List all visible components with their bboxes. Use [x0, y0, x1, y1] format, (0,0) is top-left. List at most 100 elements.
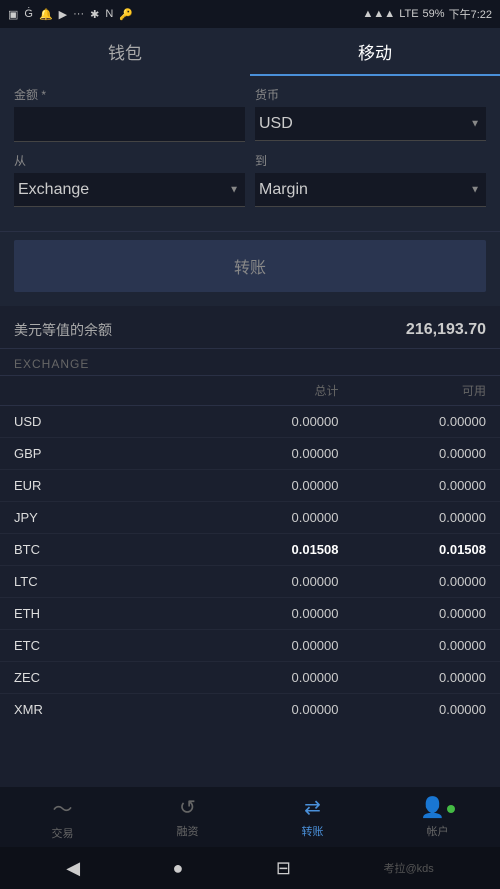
status-bar: ▣ Ġ 🔔 ▶ ··· ✱ N 🔑 ▲▲▲ LTE 59% 下午7:22 [0, 0, 500, 28]
nav-item-fund[interactable]: ↺ 融资 [125, 795, 250, 839]
account-online-dot [447, 805, 455, 813]
recents-button[interactable]: ⊟ [276, 858, 291, 879]
balance-section: 美元等值的余额 216,193.70 [0, 306, 500, 349]
balance-table[interactable]: 总计 可用 USD 0.00000 0.00000 GBP 0.00000 0.… [0, 376, 500, 716]
transfer-button-area: 转账 [0, 231, 500, 306]
row-currency: EUR [14, 478, 191, 493]
col-name-header [14, 382, 191, 399]
top-tab-bar: 钱包 移动 [0, 28, 500, 76]
icon-play: ▶ [59, 8, 67, 21]
table-row: USD 0.00000 0.00000 [0, 406, 500, 438]
icon-g: Ġ [24, 8, 33, 20]
transfer-button[interactable]: 转账 [14, 240, 486, 292]
time-display: 下午7:22 [449, 6, 492, 22]
table-row: EUR 0.00000 0.00000 [0, 470, 500, 502]
status-left-icons: ▣ Ġ 🔔 ▶ ··· ✱ N 🔑 [8, 8, 133, 21]
row-avail: 0.00000 [339, 510, 487, 525]
row-total: 0.00000 [191, 446, 339, 461]
back-button[interactable]: ◀ [66, 858, 80, 879]
balance-label: 美元等值的余额 [14, 320, 112, 340]
system-nav: ◀ ● ⊟ 考拉@kds [0, 847, 500, 889]
row-total: 0.00000 [191, 510, 339, 525]
lte-label: LTE [399, 8, 418, 20]
tab-wallet[interactable]: 钱包 [0, 28, 250, 76]
row-avail: 0.00000 [339, 414, 487, 429]
row-avail: 0.00000 [339, 702, 487, 716]
row-currency: JPY [14, 510, 191, 525]
row-avail: 0.00000 [339, 574, 487, 589]
col-total-header: 总计 [191, 382, 339, 399]
nav-item-trade[interactable]: 〜 交易 [0, 793, 125, 841]
home-button[interactable]: ● [173, 858, 184, 879]
account-icon: 👤 [420, 795, 455, 820]
row-avail: 0.00000 [339, 638, 487, 653]
from-group: 从 Exchange Margin [14, 152, 245, 207]
nav-item-transfer[interactable]: ⇄ 转账 [250, 795, 375, 839]
to-select-wrapper: Margin Exchange [255, 173, 486, 207]
trade-icon: 〜 [53, 793, 73, 822]
row-currency: ZEC [14, 670, 191, 685]
table-row: JPY 0.00000 0.00000 [0, 502, 500, 534]
row-currency: ETC [14, 638, 191, 653]
amount-group: 金额 * [14, 86, 245, 142]
form-area: 金额 * 货币 USD GBP EUR BTC 从 Exchange Margi… [0, 76, 500, 231]
row-currency: BTC [14, 542, 191, 557]
account-label: 帐户 [427, 823, 449, 839]
row-avail: 0.01508 [339, 542, 487, 557]
amount-label: 金额 * [14, 86, 245, 103]
form-row-2: 从 Exchange Margin 到 Margin Exchange [14, 152, 486, 207]
row-total: 0.00000 [191, 574, 339, 589]
fund-label: 融资 [177, 823, 199, 839]
table-row: ETC 0.00000 0.00000 [0, 630, 500, 662]
col-avail-header: 可用 [339, 382, 487, 399]
to-select[interactable]: Margin Exchange [255, 173, 486, 207]
nav-item-account[interactable]: 👤 帐户 [375, 795, 500, 839]
row-currency: GBP [14, 446, 191, 461]
table-row: ZEC 0.00000 0.00000 [0, 662, 500, 694]
icon-bell: 🔔 [39, 8, 53, 21]
row-total: 0.00000 [191, 606, 339, 621]
row-total: 0.01508 [191, 542, 339, 557]
row-currency: LTC [14, 574, 191, 589]
transfer-icon: ⇄ [304, 795, 321, 820]
currency-label: 货币 [255, 86, 486, 103]
currency-group: 货币 USD GBP EUR BTC [255, 86, 486, 142]
fund-icon: ↺ [179, 795, 196, 820]
row-currency: USD [14, 414, 191, 429]
table-header-row: 总计 可用 [0, 376, 500, 406]
trade-label: 交易 [52, 825, 74, 841]
icon-bluetooth: ✱ [90, 8, 99, 21]
icon-nfc: N [105, 8, 113, 20]
row-total: 0.00000 [191, 702, 339, 716]
to-label: 到 [255, 152, 486, 169]
table-row: ETH 0.00000 0.00000 [0, 598, 500, 630]
battery-icon: 59% [423, 8, 445, 20]
transfer-nav-label: 转账 [302, 823, 324, 839]
row-total: 0.00000 [191, 670, 339, 685]
row-avail: 0.00000 [339, 606, 487, 621]
row-currency: ETH [14, 606, 191, 621]
table-row: BTC 0.01508 0.01508 [0, 534, 500, 566]
exchange-section-label: EXCHANGE [0, 349, 500, 376]
row-total: 0.00000 [191, 414, 339, 429]
from-label: 从 [14, 152, 245, 169]
row-avail: 0.00000 [339, 478, 487, 493]
status-right-icons: ▲▲▲ LTE 59% 下午7:22 [363, 6, 492, 22]
table-row: GBP 0.00000 0.00000 [0, 438, 500, 470]
icon-dots: ··· [73, 8, 84, 20]
amount-input[interactable] [14, 107, 245, 142]
row-avail: 0.00000 [339, 446, 487, 461]
from-select[interactable]: Exchange Margin [14, 173, 245, 207]
tab-move[interactable]: 移动 [250, 28, 500, 76]
from-select-wrapper: Exchange Margin [14, 173, 245, 207]
watermark-text: 考拉@kds [383, 860, 433, 876]
balance-value: 216,193.70 [406, 321, 486, 339]
form-row-1: 金额 * 货币 USD GBP EUR BTC [14, 86, 486, 142]
to-group: 到 Margin Exchange [255, 152, 486, 207]
table-row: XMR 0.00000 0.00000 [0, 694, 500, 716]
icon-key: 🔑 [119, 8, 133, 21]
currency-select[interactable]: USD GBP EUR BTC [255, 107, 486, 141]
table-body: USD 0.00000 0.00000 GBP 0.00000 0.00000 … [0, 406, 500, 716]
row-total: 0.00000 [191, 478, 339, 493]
currency-select-wrapper: USD GBP EUR BTC [255, 107, 486, 141]
